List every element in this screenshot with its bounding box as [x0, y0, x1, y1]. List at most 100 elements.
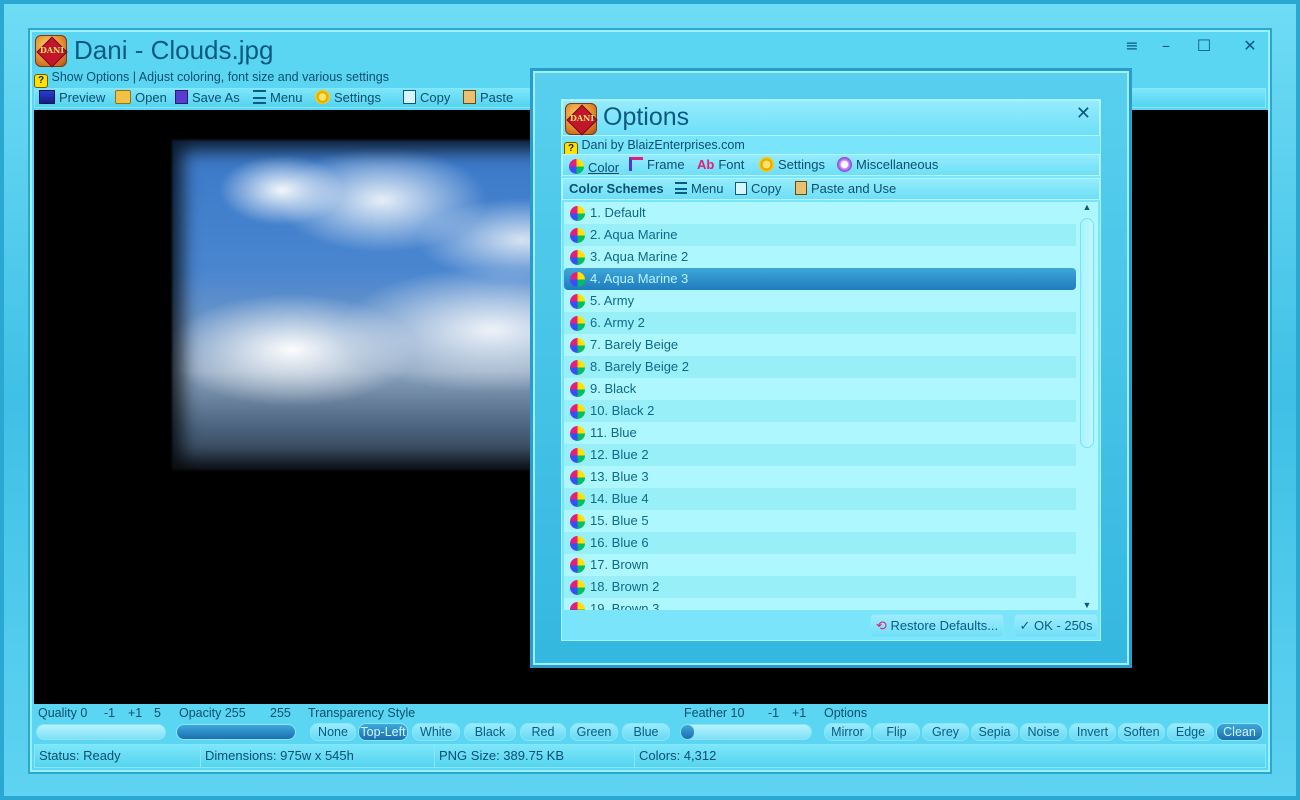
tab-font-label: Font — [718, 157, 745, 172]
paste-and-use-button[interactable]: Paste and Use — [795, 181, 896, 196]
palette-icon — [570, 492, 585, 507]
close-button[interactable]: ✕ — [1238, 36, 1262, 55]
quality-minus-button[interactable]: -1 — [104, 706, 115, 720]
opacity-slider[interactable] — [176, 724, 296, 740]
option-mirror-button[interactable]: Mirror — [824, 723, 871, 741]
quality-plus-button[interactable]: +1 — [128, 706, 142, 720]
option-flip-button[interactable]: Flip — [873, 723, 920, 741]
tab-settings[interactable]: Settings — [759, 157, 825, 172]
status-text: Status: Ready — [35, 745, 201, 767]
dialog-title-bar: DANI Options ✕ — [562, 100, 1100, 136]
transparency-top-left-button[interactable]: Top-Left — [358, 723, 408, 741]
hamburger-icon — [253, 90, 266, 104]
option-sepia-button[interactable]: Sepia — [971, 723, 1018, 741]
color-scheme-list[interactable]: 19. Brown 3 18. Brown 2 17. Brown 16. Blue … — [564, 202, 1098, 610]
gear-icon — [315, 90, 330, 104]
transparency-red-button[interactable]: Red — [520, 723, 566, 741]
scroll-thumb[interactable] — [1080, 218, 1094, 448]
scroll-up-icon[interactable]: ▲ — [1078, 202, 1096, 212]
scheme-item[interactable]: 15. Blue 5 — [564, 510, 1076, 532]
menu-icon[interactable]: ≡ — [1120, 36, 1144, 55]
quality-slider[interactable] — [36, 724, 166, 740]
restore-defaults-button[interactable]: ⟲ Restore Defaults... — [870, 614, 1004, 638]
option-grey-button[interactable]: Grey — [922, 723, 969, 741]
transparency-green-button[interactable]: Green — [570, 723, 618, 741]
scheme-item[interactable]: 7. Barely Beige — [564, 334, 1076, 356]
palette-icon — [570, 426, 585, 441]
option-edge-button[interactable]: Edge — [1167, 723, 1214, 741]
scheme-label: 15. Blue 5 — [590, 513, 649, 528]
tab-frame[interactable]: Frame — [629, 157, 685, 172]
scheme-item[interactable]: 13. Blue 3 — [564, 466, 1076, 488]
tab-font[interactable]: Ab Font — [697, 157, 744, 172]
option-soften-button[interactable]: Soften — [1118, 723, 1165, 741]
feather-slider[interactable] — [680, 724, 812, 740]
minimize-button[interactable]: – — [1154, 36, 1178, 55]
palette-icon — [570, 382, 585, 397]
scheme-label: 2. Aqua Marine — [590, 227, 678, 242]
scheme-label: 5. Army — [590, 293, 635, 308]
scheme-label: 6. Army 2 — [590, 315, 645, 330]
settings-button[interactable]: Settings — [315, 90, 381, 105]
scheme-item[interactable]: 2. Aqua Marine — [564, 224, 1076, 246]
gear-icon — [759, 157, 774, 172]
ok-button[interactable]: ✓ OK - 250s — [1014, 614, 1098, 638]
scheme-item[interactable]: 1. Default — [564, 202, 1076, 224]
app-logo[interactable]: DANI — [35, 35, 68, 68]
scheme-item[interactable]: 19. Brown 3 — [564, 598, 1076, 610]
options-dialog: DANI Options ✕ ? Dani by BlaizEnterprise… — [561, 99, 1101, 641]
feather-fill — [681, 725, 694, 739]
tab-color[interactable]: Color — [569, 157, 619, 175]
maximize-button[interactable]: ☐ — [1192, 36, 1216, 55]
scheme-label: 8. Barely Beige 2 — [590, 359, 690, 374]
palette-icon — [570, 250, 585, 265]
scheme-item[interactable]: 17. Brown — [564, 554, 1076, 576]
preview-button[interactable]: Preview — [39, 90, 105, 105]
open-button[interactable]: Open — [115, 90, 167, 105]
scroll-down-icon[interactable]: ▼ — [1078, 600, 1096, 610]
feather-plus-button[interactable]: +1 — [792, 706, 806, 720]
misc-gear-icon — [837, 157, 852, 172]
menu-button[interactable]: Menu — [253, 90, 303, 105]
transparency-blue-button[interactable]: Blue — [622, 723, 670, 741]
list-scrollbar[interactable]: ▲ ▼ — [1078, 202, 1096, 610]
schemes-menu-button[interactable]: Menu — [675, 181, 724, 196]
scheme-item[interactable]: 5. Army — [564, 290, 1076, 312]
transparency-black-button[interactable]: Black — [464, 723, 516, 741]
option-invert-button[interactable]: Invert — [1069, 723, 1116, 741]
paste-label: Paste — [480, 90, 514, 105]
opacity-value: 255 — [270, 706, 291, 720]
adjust-panel: Quality 0 -1 +1 5 Opacity 255 255 Transp… — [34, 704, 1266, 744]
transparency-white-button[interactable]: White — [412, 723, 460, 741]
option-noise-button[interactable]: Noise — [1020, 723, 1067, 741]
feather-label: Feather 10 — [684, 706, 745, 720]
title-bar: DANI Dani - Clouds.jpg ≡ – ☐ ✕ — [32, 32, 1268, 68]
feather-minus-button[interactable]: -1 — [768, 706, 779, 720]
scheme-item[interactable]: 14. Blue 4 — [564, 488, 1076, 510]
tab-miscellaneous[interactable]: Miscellaneous — [837, 157, 938, 172]
ok-label: OK - 250s — [1034, 618, 1093, 633]
scheme-item[interactable]: 18. Brown 2 — [564, 576, 1076, 598]
dialog-close-button[interactable]: ✕ — [1076, 103, 1091, 124]
scheme-item[interactable]: 11. Blue — [564, 422, 1076, 444]
scheme-item[interactable]: 16. Blue 6 — [564, 532, 1076, 554]
save-as-label: Save As — [192, 90, 240, 105]
scheme-item[interactable]: 3. Aqua Marine 2 — [564, 246, 1076, 268]
scheme-item[interactable]: 9. Black — [564, 378, 1076, 400]
save-as-button[interactable]: Save As — [175, 90, 240, 105]
schemes-copy-button[interactable]: Copy — [735, 181, 781, 196]
color-schemes-bar: Color Schemes Menu Copy Paste and Use — [562, 178, 1100, 200]
scheme-item[interactable]: 12. Blue 2 — [564, 444, 1076, 466]
scheme-item[interactable]: 8. Barely Beige 2 — [564, 356, 1076, 378]
transparency-none-button[interactable]: None — [310, 723, 356, 741]
option-clean-button[interactable]: Clean — [1216, 723, 1263, 741]
scheme-item[interactable]: 10. Black 2 — [564, 400, 1076, 422]
paste-button[interactable]: Paste — [463, 90, 513, 105]
copy-button[interactable]: Copy — [403, 90, 450, 105]
help-icon: ? — [34, 74, 48, 88]
scheme-item[interactable]: 6. Army 2 — [564, 312, 1076, 334]
png-size-text: PNG Size: 389.75 KB — [435, 745, 635, 767]
scheme-item[interactable]: 4. Aqua Marine 3 — [564, 268, 1076, 290]
schemes-copy-label: Copy — [751, 181, 782, 196]
options-dialog-frame: DANI Options ✕ ? Dani by BlaizEnterprise… — [530, 68, 1132, 668]
